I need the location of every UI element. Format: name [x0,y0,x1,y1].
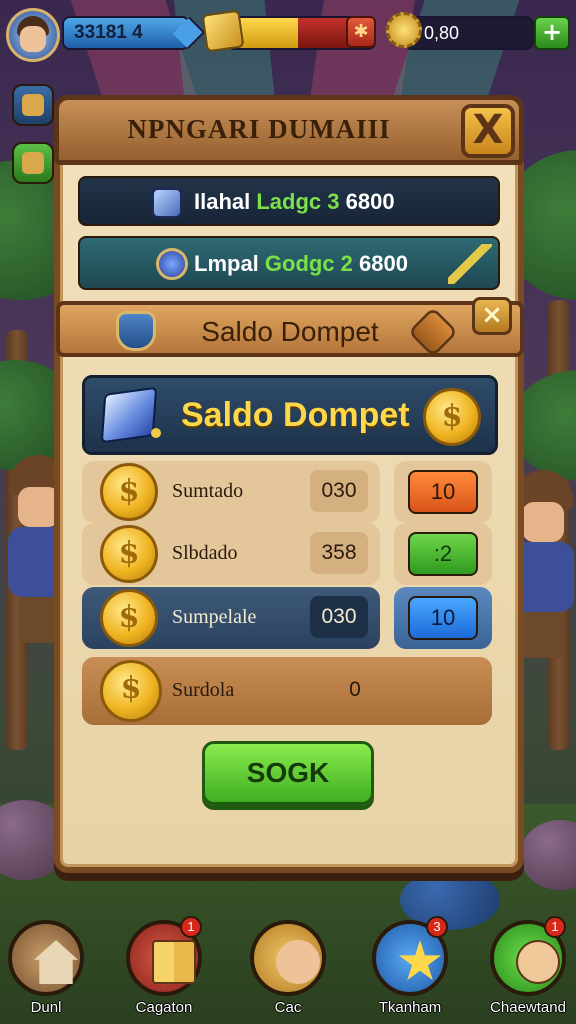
nav-item-label: Chaewtand [490,999,566,1016]
nav-item-label: Cac [274,999,302,1016]
dialog-title: NPNGARI DUMAIII [127,114,391,144]
hero-icon [276,940,320,984]
wallet-panel-header: Saldo Dompet × [56,297,524,358]
reward-row-label: Lmpal Godgc 2 6800 [194,251,408,276]
xp-bar: 33181 4 [62,16,206,50]
wallet-entry: Sumtado 030 [82,461,380,523]
wallet-entry-name: Sumpelale [172,606,257,628]
nav-item-catalog[interactable]: 1 Cagaton [120,916,208,1016]
gold-add-button[interactable]: ✱ [346,16,376,48]
wallet-banner-title: Saldo Dompet [181,396,410,434]
wallet-entry-name: Sumtado [172,480,244,502]
chest-icon [22,94,44,116]
wallet-close-button[interactable]: × [472,297,512,335]
coin-add-button[interactable]: + [534,16,570,50]
reward-row[interactable]: Lmpal Godgc 2 6800 [78,236,500,290]
reward-row[interactable]: Ilahal Ladgc 3 6800 [78,176,500,226]
nav-item-ranking[interactable]: 3 Tkanham [366,916,454,1016]
wallet-entry-value: 358 [310,532,368,574]
arrow-right-icon [172,16,206,50]
notification-badge: 3 [426,916,448,938]
coin-icon [100,463,158,521]
stripe-decoration [448,244,492,284]
gold-bar-icon [201,9,245,53]
top-hud: 33181 4 ✱ 0,80 + [6,6,570,62]
confirm-button[interactable]: SOGK [202,741,374,805]
wallet-entry-name: Surdola [172,679,235,701]
diamond-icon [100,386,158,444]
entry-action-button[interactable]: 10 [408,470,478,514]
entry-action-button[interactable]: :2 [408,532,478,576]
wallet-banner: Saldo Dompet [82,375,498,455]
nav-item-label: Dunl [30,999,62,1016]
entry-action-button[interactable]: 10 [408,596,478,640]
wallet-entry: Sumpelale 030 [82,587,380,649]
main-dialog: NPNGARI DUMAIII X Ilahal Ladgc 3 6800 Lm… [54,95,524,873]
wallet-entry: Surdola 0 [82,657,492,725]
dialog-close-button[interactable]: X [461,104,515,158]
player-avatar[interactable] [6,8,60,62]
side-inventory-button[interactable] [12,84,54,126]
nav-item-home[interactable]: Dunl [2,920,90,1016]
wallet-entry: Slbdado 358 [82,523,380,585]
coin-icon [100,525,158,583]
coin-icon [100,660,162,722]
bottom-nav: Dunl 1 Cagaton Cac 3 Tkanham 1 Chaewtand [0,914,576,1024]
hexagon-badge-icon [407,306,459,358]
nav-item-label: Tkanham [378,999,442,1016]
wallet-panel: Saldo Dompet × Saldo Dompet Sumtado 030 … [56,297,524,867]
house-icon [34,940,78,984]
smile-icon [516,940,560,984]
notification-badge: 1 [544,916,566,938]
side-shop-button[interactable] [12,142,54,184]
book-icon [152,940,196,984]
wallet-entry-value: 030 [310,470,368,512]
reward-row-label: Ilahal Ladgc 3 6800 [194,189,395,214]
coin-bar: 0,80 [404,16,534,50]
nav-item-label: Cagaton [135,999,193,1016]
notification-badge: 1 [180,916,202,938]
dialog-header: NPNGARI DUMAIII X [54,95,524,165]
wallet-entry-name: Slbdado [172,542,238,564]
gear-coin-icon [386,12,422,48]
blue-coin-icon [156,248,188,280]
coin-icon [423,388,481,446]
xp-value: 33181 4 [74,22,143,43]
wallet-entry-value: 0 [349,678,361,701]
star-icon [398,940,442,981]
coin-value: 0,80 [424,23,460,43]
gem-icon [152,188,182,218]
coin-icon [100,589,158,647]
cart-icon [22,152,44,174]
wallet-entry-value: 030 [310,596,368,638]
nav-item-character[interactable]: 1 Chaewtand [484,916,572,1016]
nav-item-hero[interactable]: Cac [244,920,332,1016]
